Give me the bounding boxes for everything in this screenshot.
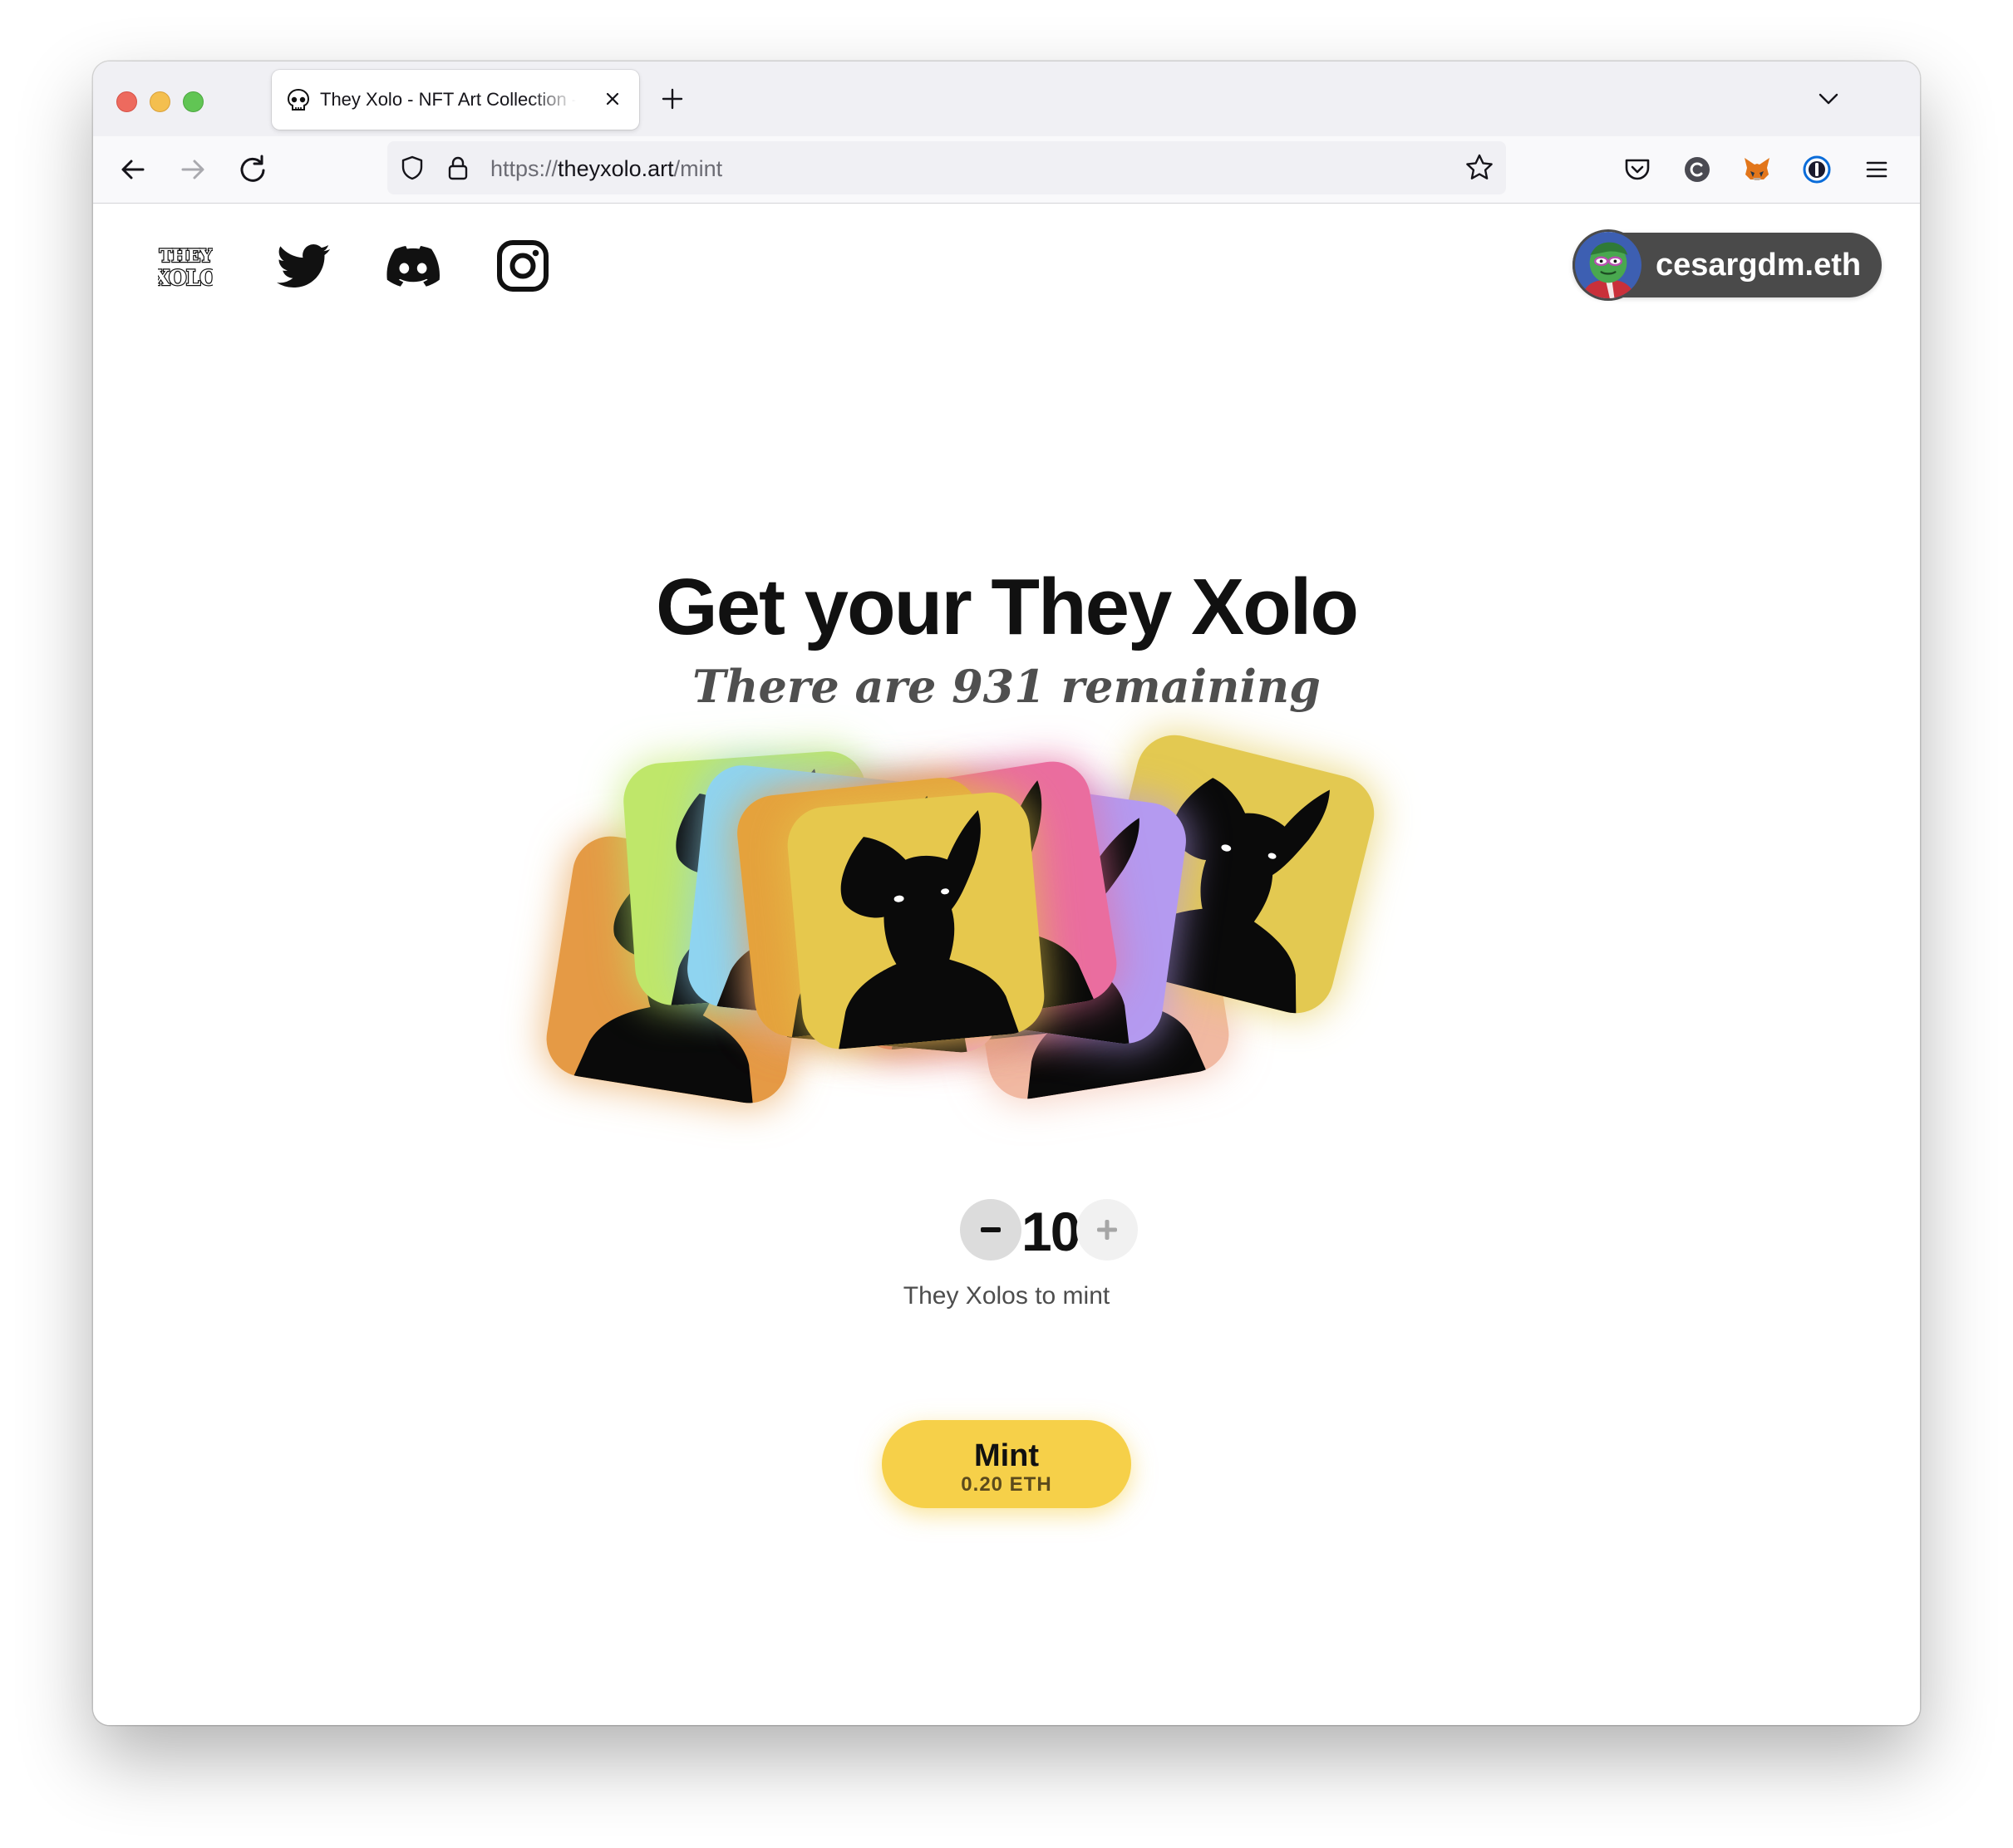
tab-active[interactable]: They Xolo - NFT Art Collection - Mint — [272, 70, 639, 130]
mint-price: 0.20 ETH — [961, 1473, 1052, 1496]
tab-bar: They Xolo - NFT Art Collection - Mint — [93, 61, 1920, 136]
maximize-window-button[interactable] — [183, 91, 204, 112]
skull-icon — [287, 88, 310, 111]
metamask-fox-icon[interactable] — [1740, 153, 1774, 186]
close-window-button[interactable] — [116, 91, 137, 112]
tab-title: They Xolo - NFT Art Collection - Mint — [320, 89, 576, 110]
decrease-quantity-button[interactable] — [960, 1199, 1021, 1261]
shield-icon[interactable] — [399, 155, 426, 181]
minus-icon — [981, 1227, 1001, 1232]
svg-text:XOLO: XOLO — [158, 266, 213, 290]
mint-button-label: Mint — [973, 1438, 1040, 1473]
mint-quantity: 10 — [1021, 1201, 1080, 1262]
nft-card — [784, 789, 1048, 1053]
web-page: THEY XOLO cesargdm.eth Get your They Xol… — [93, 204, 1920, 1725]
they-xolo-logo[interactable]: THEY XOLO — [158, 243, 213, 290]
onepassword-icon[interactable] — [1800, 153, 1833, 186]
twitter-icon[interactable] — [277, 239, 330, 292]
discord-icon[interactable] — [386, 239, 440, 292]
bookmark-star-icon[interactable] — [1464, 153, 1494, 183]
hamburger-menu-icon[interactable] — [1860, 153, 1893, 186]
avatar — [1573, 229, 1644, 301]
increase-quantity-button[interactable] — [1076, 1199, 1138, 1261]
xolo-silhouette — [839, 809, 1020, 1049]
wallet-account-button[interactable]: cesargdm.eth — [1573, 229, 1882, 301]
remaining-count-subtitle: There are 931 remaining — [692, 660, 1321, 713]
reload-icon[interactable] — [234, 151, 271, 188]
close-tab-icon[interactable] — [600, 86, 625, 111]
navigation-toolbar: https://theyxolo.art/mint — [93, 136, 1920, 204]
forward-arrow-icon[interactable] — [175, 151, 211, 188]
svg-text:THEY: THEY — [160, 245, 213, 266]
chevron-down-icon[interactable] — [1816, 88, 1841, 110]
instagram-icon[interactable] — [496, 239, 549, 292]
new-tab-icon[interactable] — [660, 86, 685, 111]
c-extension-icon[interactable] — [1681, 153, 1714, 186]
pocket-icon[interactable] — [1621, 153, 1654, 186]
back-arrow-icon[interactable] — [115, 151, 151, 188]
address-bar[interactable]: https://theyxolo.art/mint — [387, 141, 1506, 194]
quantity-label: They Xolos to mint — [903, 1282, 1110, 1310]
lock-icon[interactable] — [445, 155, 470, 181]
plus-icon — [1097, 1220, 1117, 1240]
minimize-window-button[interactable] — [150, 91, 170, 112]
browser-window: They Xolo - NFT Art Collection - Mint — [93, 61, 1920, 1725]
wallet-name: cesargdm.eth — [1656, 248, 1862, 283]
url-text[interactable]: https://theyxolo.art/mint — [490, 156, 722, 182]
mint-button[interactable]: Mint 0.20 ETH — [882, 1420, 1131, 1508]
page-title: Get your They Xolo — [655, 563, 1359, 651]
nft-card-stack — [540, 727, 1556, 1185]
